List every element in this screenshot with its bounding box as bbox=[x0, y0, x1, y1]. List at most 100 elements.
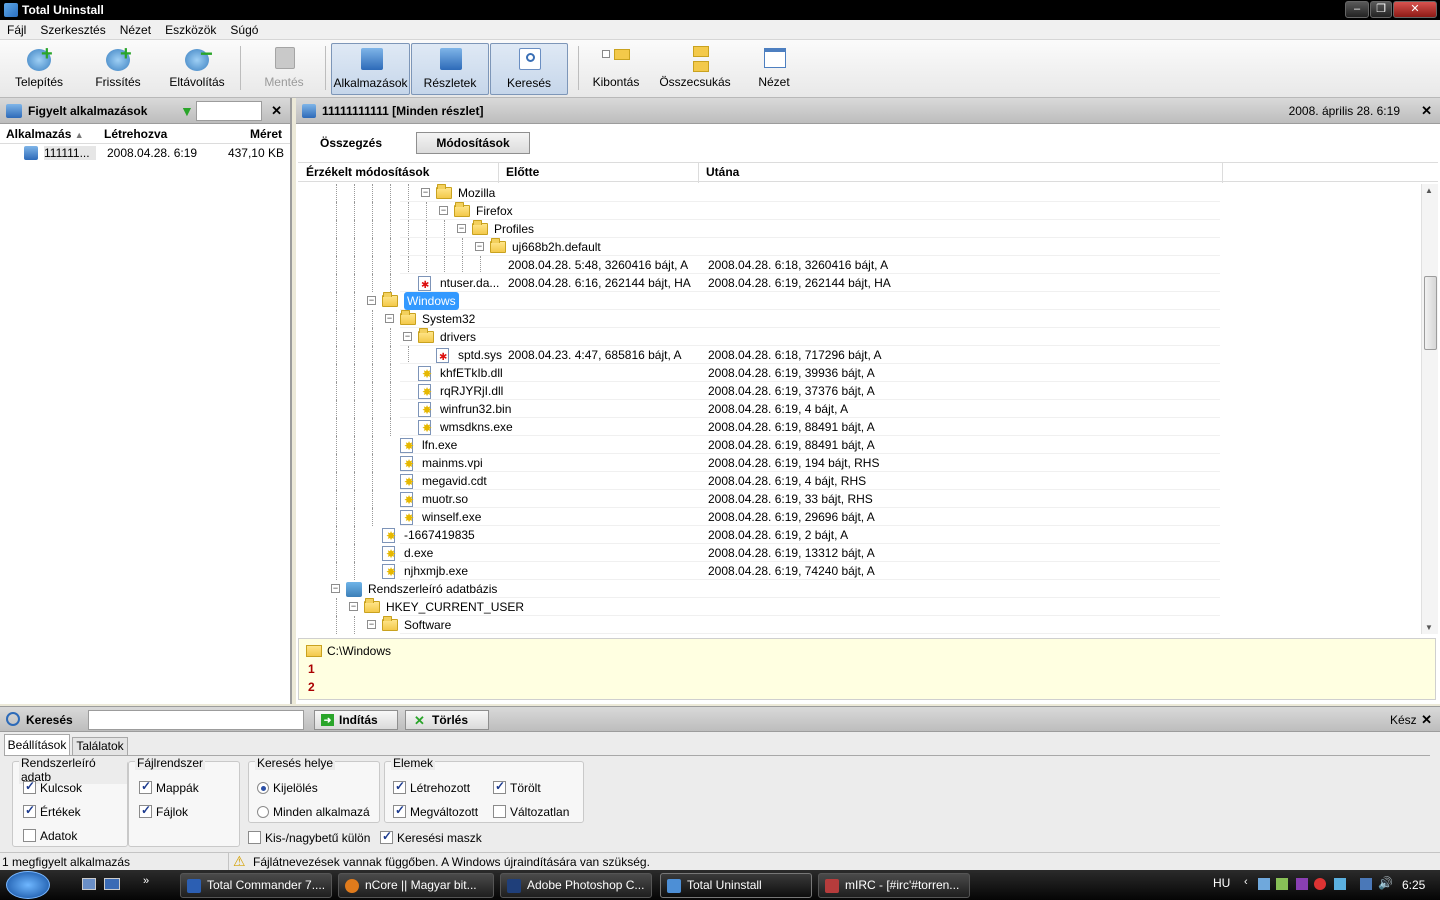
collapse-node-icon[interactable]: − bbox=[367, 296, 376, 305]
changed-checkbox[interactable]: Megváltozott bbox=[393, 803, 478, 819]
tree-row[interactable]: 2008.04.28. 5:48, 3260416 bájt, A 2008.04… bbox=[300, 256, 1420, 274]
tree-scrollbar[interactable]: ▲ ▼ bbox=[1421, 184, 1438, 634]
task-mirc[interactable]: mIRC - [#irc'#torren... bbox=[818, 873, 970, 898]
tree-row[interactable]: − Windows bbox=[300, 292, 1420, 310]
collapse-node-icon[interactable]: − bbox=[457, 224, 466, 233]
col-after[interactable]: Utána bbox=[706, 165, 739, 179]
tree-row[interactable]: − System32 bbox=[300, 310, 1420, 328]
selection-radio[interactable]: Kijelölés bbox=[257, 781, 318, 795]
search-view-button[interactable]: Keresés bbox=[490, 43, 568, 95]
tree-row[interactable]: wmsdkns.exe 2008.04.28. 6:19, 88491 bájt,… bbox=[300, 418, 1420, 437]
tray-security-icon[interactable] bbox=[1334, 878, 1346, 890]
close-panel-icon[interactable]: ✕ bbox=[271, 103, 282, 119]
col-size[interactable]: Méret bbox=[250, 127, 282, 141]
quicklaunch-icon[interactable] bbox=[104, 878, 120, 890]
tree-row[interactable]: − Mozilla bbox=[300, 184, 1420, 202]
search-input[interactable] bbox=[88, 710, 304, 730]
tree-row[interactable]: ntuser.da... 2008.04.28. 6:16, 262144 báj… bbox=[300, 274, 1420, 295]
collapse-button[interactable]: Összecsukás bbox=[656, 43, 734, 95]
created-checkbox[interactable]: Létrehozott bbox=[393, 779, 470, 795]
values-checkbox[interactable]: Értékek bbox=[23, 803, 81, 819]
tab-results[interactable]: Találatok bbox=[72, 737, 128, 756]
collapse-node-icon[interactable]: − bbox=[439, 206, 448, 215]
unchanged-checkbox[interactable]: Változatlan bbox=[493, 805, 569, 819]
close-search-icon[interactable]: ✕ bbox=[1421, 712, 1432, 728]
language-indicator[interactable]: HU bbox=[1213, 876, 1230, 890]
tree-row[interactable]: khfETkIb.dll 2008.04.28. 6:19, 39936 bájt… bbox=[300, 364, 1420, 383]
start-search-button[interactable]: ➜ Indítás bbox=[314, 710, 398, 730]
expand-button[interactable]: Kibontás bbox=[586, 43, 646, 95]
tree-row[interactable]: megavid.cdt 2008.04.28. 6:19, 4 bájt, RHS bbox=[300, 472, 1420, 491]
remove-button[interactable]: − Eltávolítás bbox=[164, 41, 230, 95]
tree-row[interactable]: -1667419835 2008.04.28. 6:19, 2 bájt, A bbox=[300, 526, 1420, 545]
task-firefox[interactable]: nCore || Magyar bit... bbox=[338, 873, 494, 898]
show-desktop-icon[interactable] bbox=[82, 878, 96, 890]
collapse-node-icon[interactable]: − bbox=[385, 314, 394, 323]
task-total-commander[interactable]: Total Commander 7.... bbox=[180, 873, 332, 898]
tree-row[interactable]: − Firefox bbox=[300, 202, 1420, 220]
close-button[interactable]: ✕ bbox=[1393, 1, 1437, 18]
tray-display-icon[interactable] bbox=[1360, 878, 1372, 890]
scroll-down-icon[interactable]: ▼ bbox=[1425, 623, 1433, 632]
keys-checkbox[interactable]: Kulcsok bbox=[23, 779, 82, 795]
tree-row[interactable]: njhxmjb.exe 2008.04.28. 6:19, 74240 bájt,… bbox=[300, 562, 1420, 581]
collapse-node-icon[interactable]: − bbox=[403, 332, 412, 341]
tree-row[interactable]: − Software bbox=[300, 616, 1420, 634]
tree-row[interactable]: winfrun32.bin 2008.04.28. 6:19, 4 bájt, A bbox=[300, 400, 1420, 419]
task-photoshop[interactable]: Adobe Photoshop C... bbox=[500, 873, 652, 898]
tab-changes[interactable]: Módosítások bbox=[416, 132, 530, 154]
tree-row[interactable]: lfn.exe 2008.04.28. 6:19, 88491 bájt, A bbox=[300, 436, 1420, 455]
scroll-up-icon[interactable]: ▲ bbox=[1425, 186, 1433, 195]
tray-mirc-icon[interactable] bbox=[1296, 878, 1308, 890]
folders-checkbox[interactable]: Mappák bbox=[139, 779, 199, 795]
clear-search-button[interactable]: ✕ Törlés bbox=[405, 710, 489, 730]
view-button[interactable]: Nézet bbox=[744, 43, 804, 95]
menu-help[interactable]: Súgó bbox=[223, 23, 265, 37]
collapse-node-icon[interactable]: − bbox=[475, 242, 484, 251]
tray-volume-icon[interactable]: 🔊 bbox=[1378, 876, 1393, 890]
tree-row[interactable]: − Profiles bbox=[300, 220, 1420, 238]
collapse-node-icon[interactable]: − bbox=[331, 584, 340, 593]
more-quicklaunch-icon[interactable]: » bbox=[143, 875, 149, 887]
collapse-node-icon[interactable]: − bbox=[367, 620, 376, 629]
clock[interactable]: 6:25 bbox=[1402, 878, 1425, 892]
filter-input[interactable] bbox=[196, 101, 262, 121]
menu-edit[interactable]: Szerkesztés bbox=[33, 23, 112, 37]
deleted-checkbox[interactable]: Törölt bbox=[493, 779, 541, 795]
table-row[interactable]: 111111... 2008.04.28. 6:19 437,10 KB bbox=[0, 144, 290, 162]
all-apps-radio[interactable]: Minden alkalmazá bbox=[257, 805, 370, 819]
tree-row[interactable]: d.exe 2008.04.28. 6:19, 13312 bájt, A bbox=[300, 544, 1420, 563]
collapse-node-icon[interactable]: − bbox=[349, 602, 358, 611]
tree-row[interactable]: mainms.vpi 2008.04.28. 6:19, 194 bájt, RH… bbox=[300, 454, 1420, 473]
files-checkbox[interactable]: Fájlok bbox=[139, 803, 188, 819]
col-detected-changes[interactable]: Érzékelt módosítások bbox=[306, 165, 429, 179]
tray-app-icon[interactable] bbox=[1276, 878, 1288, 890]
tree-row[interactable]: rqRJYRjI.dll 2008.04.28. 6:19, 37376 bájt… bbox=[300, 382, 1420, 401]
col-created[interactable]: Létrehozva bbox=[104, 127, 167, 141]
tray-antivirus-icon[interactable] bbox=[1314, 878, 1326, 890]
tree-row[interactable]: − drivers bbox=[300, 328, 1420, 346]
tray-expand-icon[interactable]: ‹ bbox=[1244, 876, 1248, 888]
close-details-icon[interactable]: ✕ bbox=[1421, 103, 1432, 119]
refresh-button[interactable]: + Frissítés bbox=[86, 43, 150, 95]
case-sensitive-checkbox[interactable]: Kis-/nagybetű külön bbox=[248, 831, 370, 845]
tray-network-icon[interactable] bbox=[1258, 878, 1270, 890]
data-checkbox[interactable]: Adatok bbox=[23, 829, 77, 843]
tab-settings[interactable]: Beállítások bbox=[4, 734, 70, 756]
start-button[interactable] bbox=[6, 871, 50, 899]
tab-summary[interactable]: Összegzés bbox=[320, 136, 382, 150]
tree-row[interactable]: − uj668b2h.default bbox=[300, 238, 1420, 256]
collapse-node-icon[interactable]: − bbox=[421, 188, 430, 197]
menu-tools[interactable]: Eszközök bbox=[158, 23, 223, 37]
menu-file[interactable]: Fájl bbox=[0, 23, 33, 37]
applications-view-button[interactable]: Alkalmazások bbox=[331, 43, 410, 95]
tree-row[interactable]: sptd.sys 2008.04.23. 4:47, 685816 bájt, A… bbox=[300, 346, 1420, 367]
search-mask-checkbox[interactable]: Keresési maszk bbox=[380, 829, 482, 845]
tree-row[interactable]: − HKEY_CURRENT_USER bbox=[300, 598, 1420, 616]
install-button[interactable]: + Telepítés bbox=[6, 43, 72, 95]
task-total-uninstall[interactable]: Total Uninstall bbox=[660, 873, 812, 898]
filter-icon[interactable]: ▼ bbox=[180, 103, 194, 119]
tree-row[interactable]: muotr.so 2008.04.28. 6:19, 33 bájt, RHS bbox=[300, 490, 1420, 509]
minimize-button[interactable]: – bbox=[1345, 1, 1369, 18]
details-view-button[interactable]: Részletek bbox=[411, 43, 489, 95]
